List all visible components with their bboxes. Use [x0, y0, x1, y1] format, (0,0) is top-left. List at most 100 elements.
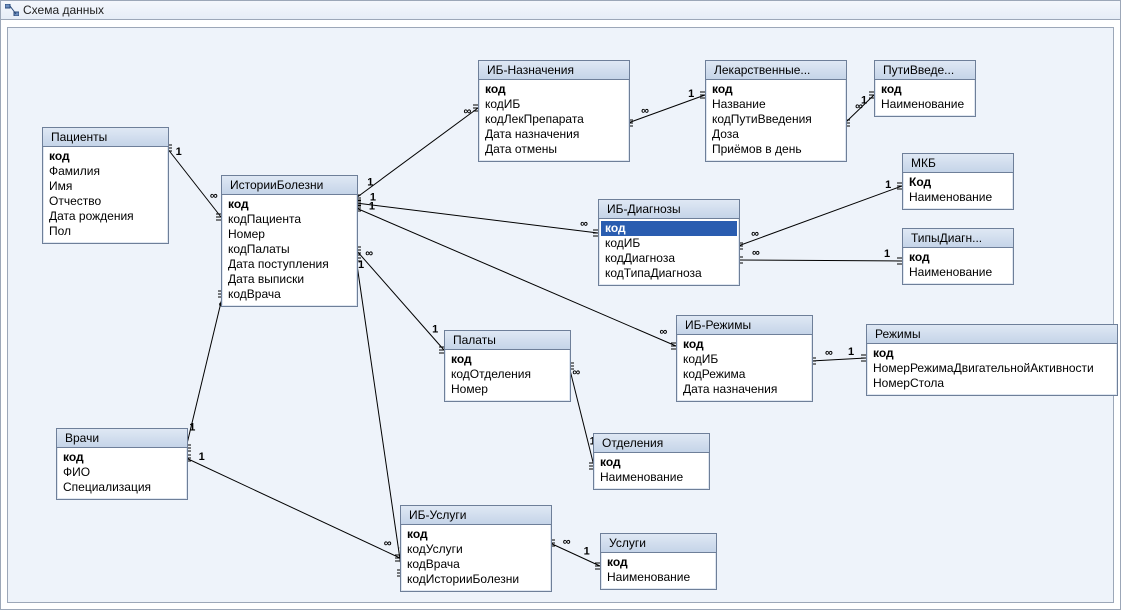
- table-header[interactable]: Палаты: [445, 331, 570, 350]
- titlebar[interactable]: Схема данных: [1, 1, 1120, 20]
- table-header[interactable]: Пациенты: [43, 128, 168, 147]
- field[interactable]: Номер: [451, 382, 564, 397]
- diagram-canvas-border: 1∞1∞1∞1∞1∞∞11∞1∞∞1∞1∞1∞1∞1∞1∞1 Пациентык…: [7, 27, 1114, 603]
- field[interactable]: Номер: [228, 227, 351, 242]
- field[interactable]: Специализация: [63, 480, 181, 495]
- field[interactable]: код: [683, 337, 806, 352]
- table-header[interactable]: Услуги: [601, 534, 716, 553]
- field[interactable]: Код: [909, 175, 1007, 190]
- field[interactable]: Приёмов в день: [712, 142, 840, 157]
- field[interactable]: Отчество: [49, 194, 162, 209]
- field[interactable]: код: [601, 221, 737, 236]
- field[interactable]: кодИБ: [485, 97, 623, 112]
- field[interactable]: код: [228, 197, 351, 212]
- table-header[interactable]: ИсторииБолезни: [222, 176, 357, 195]
- table-body: кодкодПациентаНомеркодПалатыДата поступл…: [222, 195, 357, 306]
- table-body: кодФИОСпециализация: [57, 448, 187, 499]
- field[interactable]: кодВрача: [407, 557, 545, 572]
- field[interactable]: Наименование: [909, 265, 1007, 280]
- field[interactable]: код: [881, 82, 969, 97]
- field[interactable]: Название: [712, 97, 840, 112]
- table-uslugi[interactable]: Услуги кодНаименование: [600, 533, 717, 590]
- field[interactable]: код: [909, 250, 1007, 265]
- table-ib_nazn[interactable]: ИБ-НазначениякодкодИБкодЛекПрепаратаДата…: [478, 60, 630, 162]
- svg-text:1: 1: [885, 179, 891, 191]
- field[interactable]: кодОтделения: [451, 367, 564, 382]
- svg-text:∞: ∞: [855, 100, 863, 112]
- table-header[interactable]: ИБ-Назначения: [479, 61, 629, 80]
- field[interactable]: Дата назначения: [485, 127, 623, 142]
- field[interactable]: код: [600, 455, 703, 470]
- field[interactable]: код: [873, 346, 1111, 361]
- field[interactable]: кодВрача: [228, 287, 351, 302]
- field[interactable]: Дата назначения: [683, 382, 806, 397]
- table-header[interactable]: ИБ-Услуги: [401, 506, 551, 525]
- field[interactable]: Фамилия: [49, 164, 162, 179]
- field[interactable]: НомерРежимаДвигательнойАктивности: [873, 361, 1111, 376]
- table-header[interactable]: ИБ-Режимы: [677, 316, 812, 335]
- svg-text:∞: ∞: [659, 326, 667, 338]
- field[interactable]: НомерСтола: [873, 376, 1111, 391]
- field[interactable]: Наименование: [600, 470, 703, 485]
- svg-text:1: 1: [884, 248, 890, 260]
- table-header[interactable]: Отделения: [594, 434, 709, 453]
- table-doctors[interactable]: ВрачикодФИОСпециализация: [56, 428, 188, 500]
- table-header[interactable]: ПутиВведе...: [875, 61, 975, 80]
- field[interactable]: Доза: [712, 127, 840, 142]
- table-header[interactable]: ТипыДиагн...: [903, 229, 1013, 248]
- table-ib_rej[interactable]: ИБ-РежимыкодкодИБкодРежимаДата назначени…: [676, 315, 813, 402]
- field[interactable]: ФИО: [63, 465, 181, 480]
- field[interactable]: Имя: [49, 179, 162, 194]
- field[interactable]: код: [712, 82, 840, 97]
- field[interactable]: Дата выписки: [228, 272, 351, 287]
- table-header[interactable]: Врачи: [57, 429, 187, 448]
- table-ib_usl[interactable]: ИБ-Услуги кодкодУслугикодВрачакодИсторииБ…: [400, 505, 552, 592]
- field[interactable]: Наименование: [909, 190, 1007, 205]
- table-rej[interactable]: Режимы кодНомерРежимаДвигательнойАктивнос…: [866, 324, 1118, 396]
- diagram-canvas[interactable]: 1∞1∞1∞1∞1∞∞11∞1∞∞1∞1∞1∞1∞1∞1∞1 Пациентык…: [8, 28, 1113, 602]
- table-header[interactable]: ИБ-Диагнозы: [599, 200, 739, 219]
- table-header[interactable]: МКБ: [903, 154, 1013, 173]
- field[interactable]: кодПалаты: [228, 242, 351, 257]
- field[interactable]: Дата рождения: [49, 209, 162, 224]
- svg-text:∞: ∞: [825, 347, 833, 359]
- field[interactable]: кодПутиВведения: [712, 112, 840, 127]
- svg-text:1: 1: [199, 451, 205, 463]
- field[interactable]: кодИБ: [605, 236, 733, 251]
- field[interactable]: кодУслуги: [407, 542, 545, 557]
- field[interactable]: код: [63, 450, 181, 465]
- field[interactable]: код: [607, 555, 710, 570]
- field[interactable]: код: [49, 149, 162, 164]
- svg-text:∞: ∞: [464, 106, 472, 118]
- field[interactable]: код: [485, 82, 623, 97]
- table-puti[interactable]: ПутиВведе... кодНаименование: [874, 60, 976, 117]
- table-dept[interactable]: Отделения кодНаименование: [593, 433, 710, 490]
- table-ib_diag[interactable]: ИБ-Диагнозы кодкодИБкодДиагнозакодТипаДиа…: [598, 199, 740, 286]
- field[interactable]: кодИсторииБолезни: [407, 572, 545, 587]
- field[interactable]: кодТипаДиагноза: [605, 266, 733, 281]
- field[interactable]: код: [407, 527, 545, 542]
- table-wards[interactable]: Палаты кодкодОтделенияНомер: [444, 330, 571, 402]
- field[interactable]: кодЛекПрепарата: [485, 112, 623, 127]
- field[interactable]: Дата отмены: [485, 142, 623, 157]
- table-header[interactable]: Лекарственные...: [706, 61, 846, 80]
- table-patients[interactable]: Пациенты кодФамилияИмяОтчествоДата рожден…: [42, 127, 169, 244]
- field[interactable]: кодРежима: [683, 367, 806, 382]
- field[interactable]: кодИБ: [683, 352, 806, 367]
- field[interactable]: Пол: [49, 224, 162, 239]
- table-mkb[interactable]: МКБ КодНаименование: [902, 153, 1014, 210]
- field[interactable]: кодДиагноза: [605, 251, 733, 266]
- field[interactable]: Дата поступления: [228, 257, 351, 272]
- table-body: кодкодИБкодРежимаДата назначения: [677, 335, 812, 401]
- field[interactable]: Наименование: [881, 97, 969, 112]
- table-typdiag[interactable]: ТипыДиагн... кодНаименование: [902, 228, 1014, 285]
- table-histories[interactable]: ИсторииБолезникодкодПациентаНомеркодПала…: [221, 175, 358, 307]
- table-header[interactable]: Режимы: [867, 325, 1117, 344]
- svg-text:1: 1: [176, 146, 182, 158]
- relationships-window: Схема данных 1∞1∞1∞1∞1∞∞11∞1∞∞1∞1∞1∞1∞1∞…: [0, 0, 1121, 610]
- table-drugs[interactable]: Лекарственные... кодНазваниекодПутиВведен…: [705, 60, 847, 162]
- svg-text:∞: ∞: [580, 218, 588, 230]
- field[interactable]: Наименование: [607, 570, 710, 585]
- field[interactable]: код: [451, 352, 564, 367]
- field[interactable]: кодПациента: [228, 212, 351, 227]
